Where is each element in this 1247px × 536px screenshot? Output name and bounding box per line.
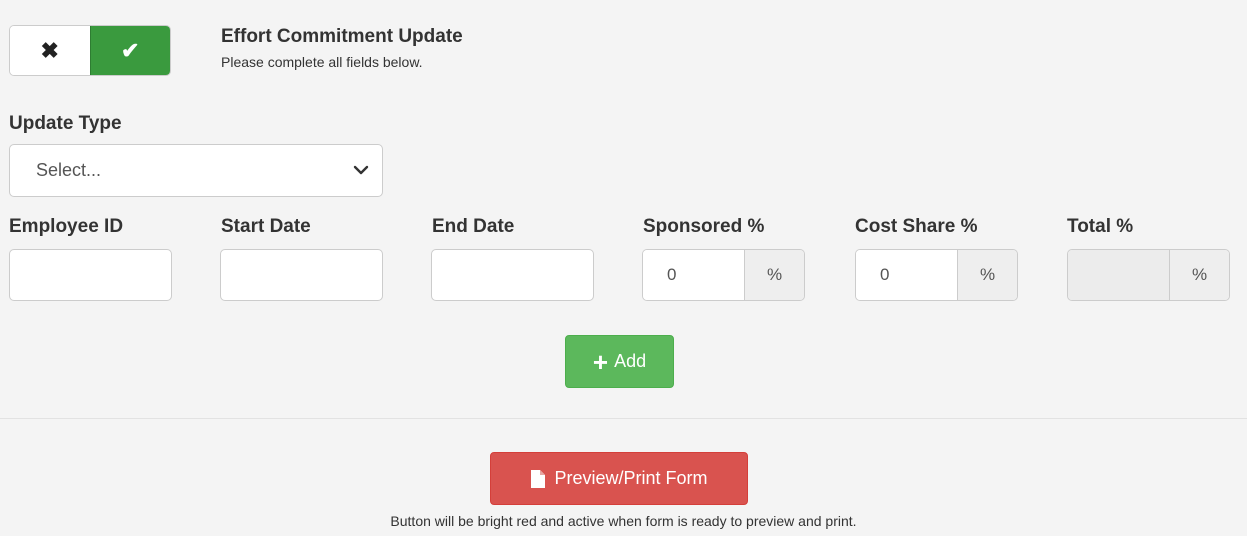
total-percent-addon: % <box>1170 250 1229 300</box>
sponsored-input[interactable]: 0 <box>643 250 745 300</box>
plus-icon: + <box>592 346 609 377</box>
total-label: Total % <box>1067 216 1134 237</box>
total-input-group: % <box>1067 249 1230 301</box>
preview-print-button[interactable]: Preview/Print Form <box>490 452 748 505</box>
sponsored-percent-addon: % <box>745 250 804 300</box>
cost-share-label: Cost Share % <box>855 216 978 237</box>
end-date-input[interactable] <box>431 249 594 301</box>
section-divider <box>0 418 1247 419</box>
document-icon <box>531 469 546 488</box>
update-type-select[interactable]: Select... <box>9 144 383 197</box>
sponsored-label: Sponsored % <box>643 216 765 237</box>
end-date-label: End Date <box>432 216 515 237</box>
check-icon[interactable]: ✔ <box>89 26 170 75</box>
cost-share-percent-addon: % <box>958 250 1017 300</box>
add-button[interactable]: + Add <box>565 335 674 388</box>
start-date-label: Start Date <box>221 216 311 237</box>
close-icon[interactable]: ✖ <box>10 26 90 75</box>
update-type-value: Select... <box>36 160 102 180</box>
chevron-down-icon <box>353 165 369 175</box>
page-subtitle: Please complete all fields below. <box>221 54 423 70</box>
sponsored-input-group: 0 % <box>642 249 805 301</box>
employee-id-input[interactable] <box>9 249 172 301</box>
add-button-label: Add <box>614 351 647 371</box>
print-button-hint: Button will be bright red and active whe… <box>390 513 857 529</box>
employee-id-label: Employee ID <box>9 216 124 237</box>
update-type-label: Update Type <box>9 113 122 134</box>
cost-share-input-group: 0 % <box>855 249 1018 301</box>
preview-print-button-label: Preview/Print Form <box>554 468 708 488</box>
start-date-input[interactable] <box>220 249 383 301</box>
cost-share-input[interactable]: 0 <box>856 250 958 300</box>
completion-toggle[interactable]: ✖ ✔ <box>9 25 171 76</box>
page-title: Effort Commitment Update <box>221 26 463 47</box>
total-input <box>1068 250 1170 300</box>
